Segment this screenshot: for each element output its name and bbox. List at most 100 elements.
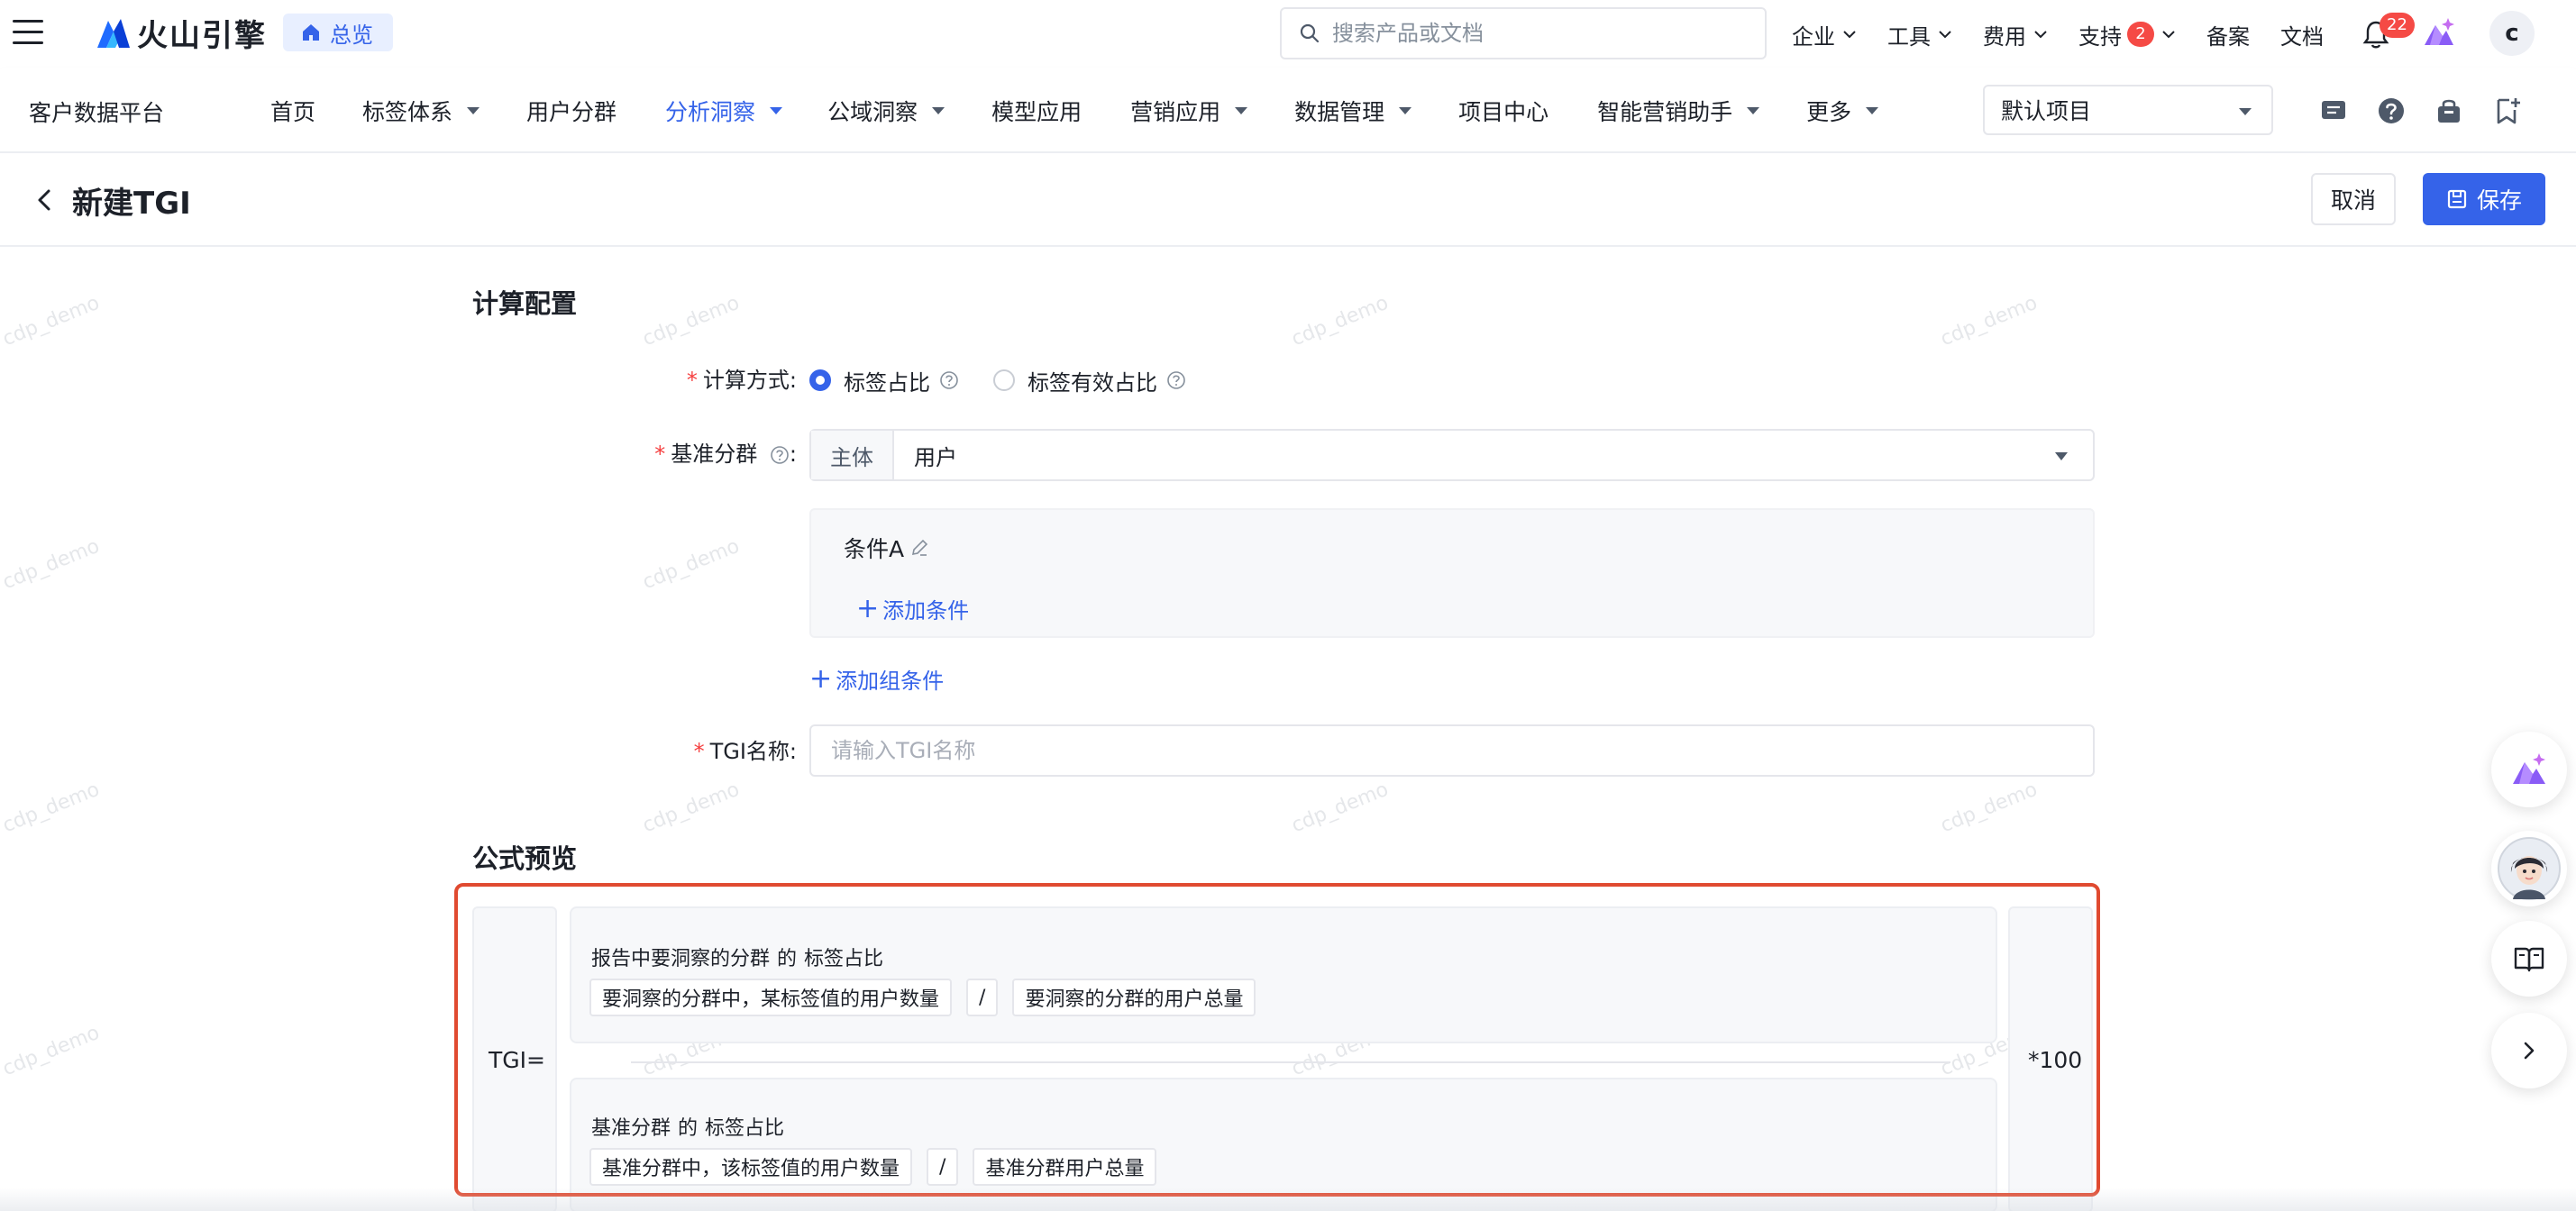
subnav-item-model-apps[interactable]: 模型应用: [991, 95, 1082, 127]
help-icon[interactable]: [2376, 96, 2407, 126]
brand-name: 火山引擎: [137, 17, 267, 54]
section-title-config: 计算配置: [472, 288, 578, 319]
caret-down-icon: [1747, 107, 1760, 114]
bookmark-add-icon[interactable]: [2491, 96, 2522, 126]
watermark: cdp_demo: [1288, 778, 1392, 838]
subnav-label: 模型应用: [991, 99, 1082, 125]
caret-down-icon: [932, 107, 945, 114]
formula-chip: 要洞察的分群的用户总量: [1012, 979, 1256, 1016]
back-arrow-icon[interactable]: [29, 184, 61, 216]
topnav-filing[interactable]: 备案: [2206, 19, 2250, 50]
topnav-support[interactable]: 支持 2: [2078, 19, 2176, 50]
float-docs-button[interactable]: [2491, 921, 2567, 997]
watermark: cdp_demo: [0, 534, 103, 595]
add-group-condition-button[interactable]: + 添加组条件: [809, 663, 944, 695]
subject-prefix: 主体: [811, 431, 894, 479]
search-input[interactable]: [1332, 21, 1747, 46]
float-expand-button[interactable]: [2491, 1013, 2567, 1088]
tgi-name-input[interactable]: [809, 724, 2095, 777]
help-circle-icon[interactable]: [939, 370, 959, 390]
chevron-right-icon: [2524, 1042, 2535, 1060]
top-nav: 企业 工具 费用 支持 2 备案 文档: [1792, 0, 2354, 68]
brand-logo[interactable]: 火山引擎: [94, 11, 267, 54]
help-circle-icon[interactable]: [770, 445, 790, 465]
user-avatar[interactable]: c: [2489, 11, 2535, 56]
subnav-item-segments[interactable]: 用户分群: [526, 95, 617, 127]
condition-group-a: 条件A + 添加条件: [809, 508, 2095, 638]
denominator-chips: 基准分群中，该标签值的用户数量 / 基准分群用户总量: [589, 1148, 1171, 1186]
subject-select[interactable]: 主体 用户: [809, 429, 2095, 481]
ai-assistant-icon[interactable]: [2421, 14, 2457, 50]
float-ai-button[interactable]: [2491, 732, 2567, 807]
topnav-label: 文档: [2280, 23, 2324, 50]
main-content: cdp_demo cdp_demo cdp_demo cdp_demo cdp_…: [0, 247, 2576, 1211]
assistant-avatar-icon: [2498, 837, 2561, 900]
topnav-enterprise[interactable]: 企业: [1792, 19, 1857, 50]
subnav-item-home[interactable]: 首页: [270, 95, 315, 127]
heading-part: 标签占比: [705, 1117, 785, 1140]
formula-numerator: 报告中要洞察的分群的标签占比 要洞察的分群中，某标签值的用户数量 / 要洞察的分…: [570, 906, 1997, 1043]
project-select-value: 默认项目: [2001, 98, 2092, 124]
watermark: cdp_demo: [0, 291, 103, 351]
denominator-heading: 基准分群的标签占比: [591, 1112, 784, 1141]
overview-label: 总览: [330, 22, 373, 48]
radio-label: 标签占比: [844, 369, 930, 396]
float-assistant-avatar[interactable]: [2491, 831, 2567, 906]
watermark: cdp_demo: [0, 778, 103, 838]
topnav-billing[interactable]: 费用: [1983, 19, 2048, 50]
radio-tag-ratio[interactable]: 标签占比: [809, 365, 959, 396]
save-button[interactable]: 保存: [2423, 173, 2545, 225]
heading-part: 报告中要洞察的分群: [591, 948, 771, 970]
edit-icon[interactable]: [909, 538, 929, 558]
save-label: 保存: [2476, 187, 2522, 214]
menu-icon[interactable]: [13, 20, 43, 47]
chevron-down-icon: [2034, 31, 2047, 39]
add-condition-label: 添加条件: [882, 598, 970, 624]
plus-icon: +: [809, 662, 833, 695]
subnav-item-more[interactable]: 更多: [1806, 95, 1879, 127]
message-icon[interactable]: [2318, 96, 2349, 126]
global-search[interactable]: [1280, 7, 1767, 59]
subnav-item-analysis[interactable]: 分析洞察: [665, 95, 783, 127]
chevron-down-icon: [2162, 31, 2175, 39]
watermark: cdp_demo: [639, 534, 743, 595]
radio-dot: [993, 369, 1015, 391]
required-mark: *: [654, 442, 666, 467]
subnav-item-project-center[interactable]: 项目中心: [1458, 95, 1548, 127]
page-header: 新建TGI 取消 保存: [0, 153, 2576, 247]
formula-multiplier: *100: [2028, 1047, 2083, 1073]
base-segment-label-colon: :: [789, 442, 797, 467]
radio-tag-valid-ratio[interactable]: 标签有效占比: [993, 365, 1186, 396]
cancel-button[interactable]: 取消: [2311, 173, 2396, 225]
formula-chip: 基准分群用户总量: [973, 1148, 1157, 1186]
heading-part: 的: [777, 948, 798, 970]
base-segment-label-text: 基准分群: [671, 442, 758, 467]
add-condition-button[interactable]: + 添加条件: [856, 593, 969, 624]
project-select[interactable]: 默认项目: [1983, 85, 2273, 135]
required-mark: *: [693, 739, 705, 764]
chevron-down-icon: [1939, 31, 1951, 39]
caret-down-icon: [467, 107, 480, 114]
topnav-label: 工具: [1887, 23, 1931, 50]
add-group-condition-label: 添加组条件: [836, 669, 945, 694]
subnav-item-tag-system[interactable]: 标签体系: [362, 95, 480, 127]
topnav-tools[interactable]: 工具: [1887, 19, 1952, 50]
subnav-item-marketing-apps[interactable]: 营销应用: [1130, 95, 1248, 127]
watermark: cdp_demo: [1937, 291, 2041, 351]
watermark: cdp_demo: [639, 778, 743, 838]
overview-button[interactable]: 总览: [283, 14, 393, 51]
book-open-icon: [2514, 947, 2544, 972]
subnav-item-public-insight[interactable]: 公域洞察: [827, 95, 945, 127]
radio-dot: [809, 369, 831, 391]
subnav-label: 项目中心: [1458, 99, 1549, 125]
condition-title-text: 条件A: [844, 536, 905, 562]
topnav-docs[interactable]: 文档: [2280, 19, 2324, 50]
home-icon: [303, 24, 319, 41]
formula-chip: 基准分群中，该标签值的用户数量: [589, 1148, 913, 1186]
topnav-label: 企业: [1792, 23, 1835, 50]
subnav-item-smart-assistant[interactable]: 智能营销助手: [1597, 95, 1760, 127]
package-icon[interactable]: [2434, 96, 2464, 126]
subnav-item-data-management[interactable]: 数据管理: [1294, 95, 1412, 127]
subnav-label: 更多: [1806, 99, 1852, 125]
help-circle-icon[interactable]: [1166, 370, 1186, 390]
